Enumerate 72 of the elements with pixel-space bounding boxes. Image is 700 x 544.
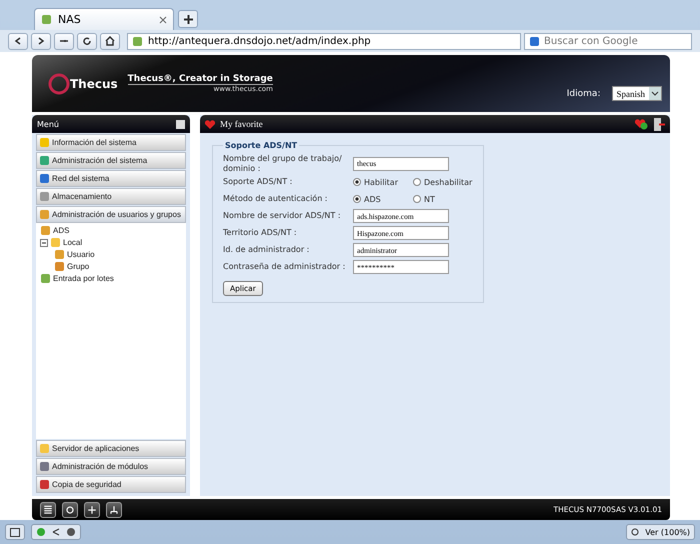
close-icon[interactable] [159, 16, 167, 24]
section-title: Soporte ADS/NT [224, 141, 298, 150]
tree-item[interactable]: Grupo [67, 262, 90, 271]
forward-button[interactable] [31, 32, 51, 50]
field-label: Método de autenticación : [223, 194, 328, 204]
logo-icon [48, 72, 70, 94]
address-field[interactable]: http://antequera.dnsdojo.net/adm/index.php [127, 32, 521, 50]
dropdown-icon [649, 87, 661, 100]
radio-button[interactable] [413, 178, 421, 186]
search-field[interactable]: Buscar con Google [524, 32, 692, 50]
tab-title: NAS [58, 13, 81, 26]
menu-item-label: Almacenamiento [52, 192, 112, 201]
radio-button[interactable] [413, 195, 421, 204]
field-label: Nombre de servidor ADS/NT : [223, 211, 342, 221]
menu-item-label: Red del sistema [52, 174, 110, 183]
menu-item[interactable]: Almacenamiento [36, 188, 186, 205]
radio-button[interactable] [353, 178, 361, 186]
radio-label: Habilitar [364, 178, 398, 187]
back-icon [13, 36, 23, 46]
field-label: Id. de administrador : [223, 245, 310, 255]
add-favorite-icon[interactable] [635, 118, 648, 130]
server-icon[interactable] [40, 502, 56, 518]
reload-button[interactable] [77, 32, 97, 50]
back-button[interactable] [8, 32, 28, 50]
home-icon [105, 36, 115, 46]
menu-item[interactable]: Administración de usuarios y grupos [36, 206, 186, 223]
menu-item[interactable]: Copia de seguridad [36, 476, 186, 493]
new-tab-button[interactable] [178, 10, 198, 28]
field-label: Soporte ADS/NT : [223, 177, 294, 187]
menu-item[interactable]: Información del sistema [36, 134, 186, 151]
menu-item[interactable]: Servidor de aplicaciones [36, 440, 186, 457]
panel-icon [10, 528, 20, 536]
home-button[interactable] [100, 32, 120, 50]
zoom-button[interactable]: Ver (100%) [626, 524, 695, 540]
menu-item-label: Administración de usuarios y grupos [52, 210, 181, 219]
radio-button[interactable] [353, 195, 361, 204]
menu-item-label: Servidor de aplicaciones [52, 444, 140, 453]
radio-label: ADS [364, 194, 381, 204]
field-label: Contraseña de administrador : [223, 262, 346, 272]
menu-item-label: Información del sistema [52, 138, 136, 147]
language-select[interactable]: Spanish [612, 86, 662, 101]
language-label: Idioma: [566, 88, 600, 98]
menu-item-label: Administración de módulos [52, 462, 148, 471]
menu-title: Menú [37, 120, 59, 128]
logout-icon[interactable] [653, 118, 665, 130]
panel-toggle-button[interactable] [5, 524, 25, 540]
tree-item[interactable]: Local [63, 238, 82, 247]
collapse-icon[interactable] [40, 238, 48, 246]
collapse-icon[interactable] [176, 120, 185, 128]
heart-icon [205, 120, 215, 128]
field-label: Territorio ADS/NT : [223, 228, 298, 238]
forward-icon [36, 36, 46, 46]
radio-label: Deshabilitar [424, 178, 472, 187]
key-button[interactable] [54, 32, 74, 50]
menu-item-label: Administración del sistema [52, 156, 148, 165]
radio-label: NT [424, 194, 435, 204]
favorite-label: My favorite [220, 119, 263, 129]
browser-tab[interactable]: NAS [34, 8, 174, 30]
tree-item[interactable]: ADS [53, 226, 70, 235]
status-toolbar[interactable] [31, 524, 81, 540]
plus-icon [184, 14, 192, 24]
field-label: Nombre del grupo de trabajo/ dominio : [223, 154, 343, 174]
menu-item[interactable]: Administración del sistema [36, 152, 186, 169]
tree-item[interactable]: Entrada por lotes [53, 274, 114, 283]
reload-icon [82, 36, 92, 46]
brand-name: Thecus [70, 76, 118, 90]
zoom-icon [631, 528, 640, 536]
menu-item[interactable]: Red del sistema [36, 170, 186, 187]
tagline: Thecus®, Creator in Storage [128, 74, 273, 85]
tree-item[interactable]: Usuario [67, 250, 95, 259]
menu-item[interactable]: Administración de módulos [36, 458, 186, 475]
menu-item-label: Copia de seguridad [52, 480, 122, 489]
